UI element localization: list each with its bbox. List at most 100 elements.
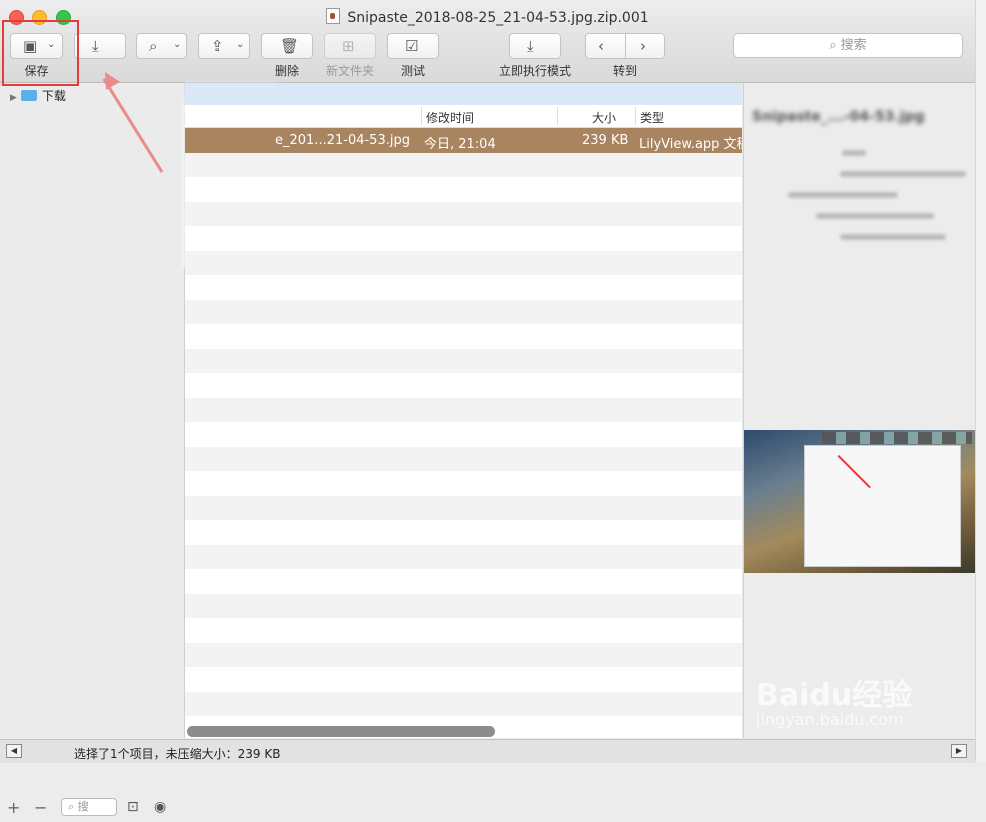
extract-icon: ⤓: [92, 37, 99, 55]
table-row: [185, 226, 742, 251]
table-row: [185, 201, 742, 226]
watermark-url: jingyan.baidu.com: [756, 710, 904, 729]
file-rows: e_201...21-04-53.jpg 今日, 21:04 239 KB Li…: [185, 128, 742, 738]
segment-divider: [625, 34, 626, 58]
add-button[interactable]: +: [7, 798, 20, 817]
path-bar: [185, 83, 742, 105]
file-size: 239 KB: [582, 133, 629, 148]
file-list: 修改时间 大小 类型 e_201...21-04-53.jpg 今日, 21:0…: [185, 83, 742, 738]
table-row: [185, 667, 742, 692]
forward-button[interactable]: ›: [640, 37, 646, 55]
table-row: [185, 642, 742, 667]
column-size[interactable]: 大小: [592, 109, 616, 126]
status-text: 选择了1个项目，未压缩大小：239 KB: [74, 747, 281, 761]
watermark: Baidu经验 jingyan.baidu.com: [756, 670, 912, 729]
extract-button[interactable]: ⤓: [74, 33, 126, 59]
preview-meta-line: [842, 150, 866, 156]
search-field[interactable]: ⌕ 搜索: [733, 33, 963, 58]
quicklook-icon[interactable]: ◉: [154, 799, 166, 815]
run-now-label: 立即执行模式: [498, 64, 571, 78]
document-icon: [326, 8, 341, 24]
table-row-selected[interactable]: e_201...21-04-53.jpg 今日, 21:04 239 KB Li…: [185, 128, 742, 153]
table-row: [185, 618, 742, 643]
sidebar: ▶ 下载 + − ⌕ 搜 ⊡ ◉: [0, 83, 185, 817]
goto-segmented-control: ‹ ›: [585, 33, 665, 59]
file-modified: 今日, 21:04: [424, 137, 496, 152]
sidebar-search-input[interactable]: ⌕ 搜: [61, 798, 117, 816]
search-icon: ⌕: [68, 800, 78, 813]
disclosure-triangle-icon[interactable]: ▶: [10, 93, 17, 103]
view-button[interactable]: ⌕ ⌄: [136, 33, 187, 59]
table-row: [185, 397, 742, 422]
window-title: Snipaste_2018-08-25_21-04-53.jpg.zip.001: [0, 8, 975, 26]
grid-toggle-icon[interactable]: ⊡: [127, 799, 139, 815]
column-divider[interactable]: [635, 107, 636, 125]
table-row: [185, 569, 742, 594]
table-row: [185, 520, 742, 545]
back-button[interactable]: ‹: [598, 37, 604, 55]
chevron-down-icon: ⌄: [173, 39, 182, 50]
table-row: [185, 275, 742, 300]
search-placeholder: 搜索: [840, 38, 867, 53]
new-folder-label: 新文件夹: [325, 64, 374, 78]
window-edge: [975, 0, 986, 762]
file-name: e_201...21-04-53.jpg: [275, 133, 410, 148]
thumbnail-window: [804, 445, 961, 567]
horizontal-scrollbar[interactable]: [187, 726, 495, 737]
test-button[interactable]: ☑: [387, 33, 439, 59]
window-toolbar: Snipaste_2018-08-25_21-04-53.jpg.zip.001…: [0, 0, 975, 83]
column-modified[interactable]: 修改时间: [426, 109, 474, 126]
test-label: 测试: [400, 64, 425, 78]
sidebar-search-placeholder: 搜: [77, 800, 89, 813]
share-button[interactable]: ⇪ ⌄: [198, 33, 250, 59]
highlight-box: [2, 20, 79, 86]
column-header: 修改时间 大小 类型: [185, 105, 742, 128]
table-row: [185, 152, 742, 177]
thumbnail-dock: [822, 432, 972, 444]
preview-meta-line: [840, 171, 966, 177]
extract-run-icon: ⤓: [527, 37, 534, 55]
search-icon: ⌕: [829, 38, 837, 53]
column-kind[interactable]: 类型: [640, 109, 664, 126]
share-icon: ⇪: [211, 37, 224, 55]
run-now-button[interactable]: ⤓: [509, 33, 561, 59]
new-folder-icon: ⊞: [342, 37, 355, 55]
remove-button[interactable]: −: [34, 798, 47, 817]
preview-meta-line: [816, 213, 934, 219]
table-row: [185, 593, 742, 618]
table-row: [185, 373, 742, 398]
delete-label: 删除: [274, 64, 299, 78]
table-row: [185, 471, 742, 496]
magnifier-icon: ⌕: [149, 37, 158, 55]
new-folder-button[interactable]: ⊞: [324, 33, 376, 59]
toggle-preview-button[interactable]: ▶: [951, 744, 967, 758]
table-row: [185, 446, 742, 471]
table-row: [185, 691, 742, 716]
table-row: [185, 544, 742, 569]
preview-meta-line: [788, 192, 898, 198]
preview-meta-line: [840, 234, 946, 240]
toggle-sidebar-button[interactable]: ◀: [6, 744, 22, 758]
preview-pane: Snipaste_...-04-53.jpg: [743, 83, 975, 738]
table-row: [185, 422, 742, 447]
table-row: [185, 299, 742, 324]
table-row: [185, 324, 742, 349]
file-kind: LilyView.app 文稿: [639, 137, 742, 152]
sidebar-item-label: 下载: [41, 89, 66, 103]
checkbox-icon: ☑: [405, 37, 419, 55]
folder-icon: [20, 90, 37, 101]
sidebar-item-downloads[interactable]: ▶ 下载: [10, 87, 66, 104]
delete-button[interactable]: 🗑: [261, 33, 313, 59]
chevron-down-icon: ⌄: [236, 39, 245, 50]
preview-title: Snipaste_...-04-53.jpg: [752, 109, 925, 125]
column-divider[interactable]: [421, 107, 422, 125]
trash-icon: 🗑: [280, 37, 300, 55]
goto-label: 转到: [612, 64, 637, 78]
sidebar-footer: + − ⌕ 搜 ⊡ ◉: [0, 792, 184, 822]
table-row: [185, 250, 742, 275]
archive-window: Snipaste_2018-08-25_21-04-53.jpg.zip.001…: [0, 0, 986, 817]
table-row: [185, 495, 742, 520]
table-row: [185, 177, 742, 202]
column-divider[interactable]: [557, 107, 558, 125]
preview-thumbnail: [744, 430, 975, 573]
